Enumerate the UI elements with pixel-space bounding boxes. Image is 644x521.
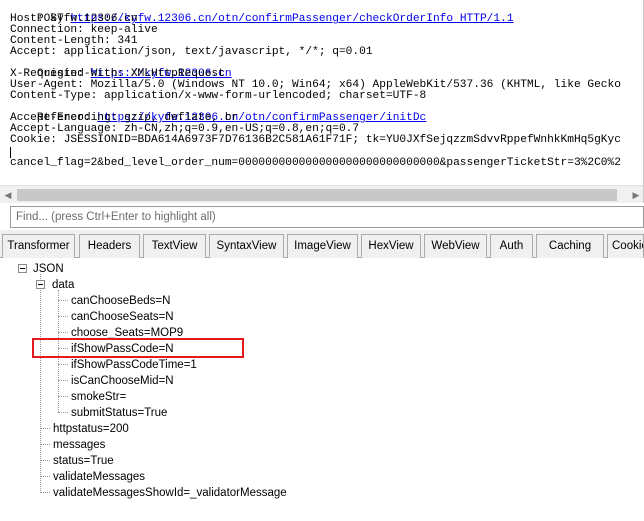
tree-node-messages[interactable]: messages [53,438,105,452]
tree-guide-line [40,476,50,477]
tab-hexview[interactable]: HexView [361,234,421,258]
tree-guide-line [58,300,68,301]
tree-node-can-choose-beds[interactable]: canChooseBeds=N [71,294,170,308]
scroll-right-icon[interactable]: ▶ [630,189,642,201]
tree-node-json[interactable]: JSON [33,262,64,276]
response-tabbar: Transformer Headers TextView SyntaxView … [0,234,644,258]
tree-node-smoke-str[interactable]: smokeStr= [71,390,126,404]
request-body: cancel_flag=2&bed_level_order_num=000000… [10,157,621,169]
tree-node-submit-status[interactable]: submitStatus=True [71,406,167,420]
tab-headers[interactable]: Headers [79,234,140,258]
highlight-annotation-box [32,338,244,358]
tab-imageview[interactable]: ImageView [287,234,358,258]
tree-node-status[interactable]: status=True [53,454,114,468]
tree-node-validate-messages[interactable]: validateMessages [53,470,145,484]
tree-node-if-show-pass-code-time[interactable]: ifShowPassCodeTime=1 [71,358,197,372]
tree-guide-line [58,412,68,413]
tree-node-data[interactable]: data [52,278,74,292]
raw-request-panel[interactable]: POST https://kyfw.12306.cn/otn/confirmPa… [0,0,644,203]
header-cookie: Cookie: JSESSIONID=BDA614A6973F7D76136B2… [10,134,621,146]
tab-transformer[interactable]: Transformer [2,234,75,258]
tree-guide-line [40,444,50,445]
tree-guide-line [58,364,68,365]
tree-guide-line [58,316,68,317]
tree-guide-line [58,396,68,397]
horizontal-scrollbar[interactable]: ◀ ▶ [0,185,643,203]
tree-guide-line [40,492,50,493]
header-content-type: Content-Type: application/x-www-form-url… [10,90,427,102]
tree-node-httpstatus[interactable]: httpstatus=200 [53,422,129,436]
tab-auth[interactable]: Auth [490,234,533,258]
tab-webview[interactable]: WebView [424,234,487,258]
tree-guide-line [40,460,50,461]
find-input[interactable]: Find... (press Ctrl+Enter to highlight a… [10,206,644,228]
collapse-icon[interactable] [18,264,27,273]
header-accept: Accept: application/json, text/javascrip… [10,46,373,58]
collapse-icon[interactable] [36,280,45,289]
tab-syntaxview[interactable]: SyntaxView [209,234,284,258]
tree-guide-line [40,428,50,429]
tab-cookies[interactable]: Cookies [607,234,644,258]
tab-textview[interactable]: TextView [143,234,206,258]
tree-node-is-can-choose-mid[interactable]: isCanChooseMid=N [71,374,174,388]
scrollbar-thumb[interactable] [17,189,617,201]
tree-node-validate-messages-show-id[interactable]: validateMessagesShowId=_validatorMessage [53,486,287,500]
tree-guide-line [58,332,68,333]
tab-caching[interactable]: Caching [536,234,604,258]
scroll-left-icon[interactable]: ◀ [2,189,14,201]
tree-node-can-choose-seats[interactable]: canChooseSeats=N [71,310,174,324]
tree-guide-line [58,380,68,381]
